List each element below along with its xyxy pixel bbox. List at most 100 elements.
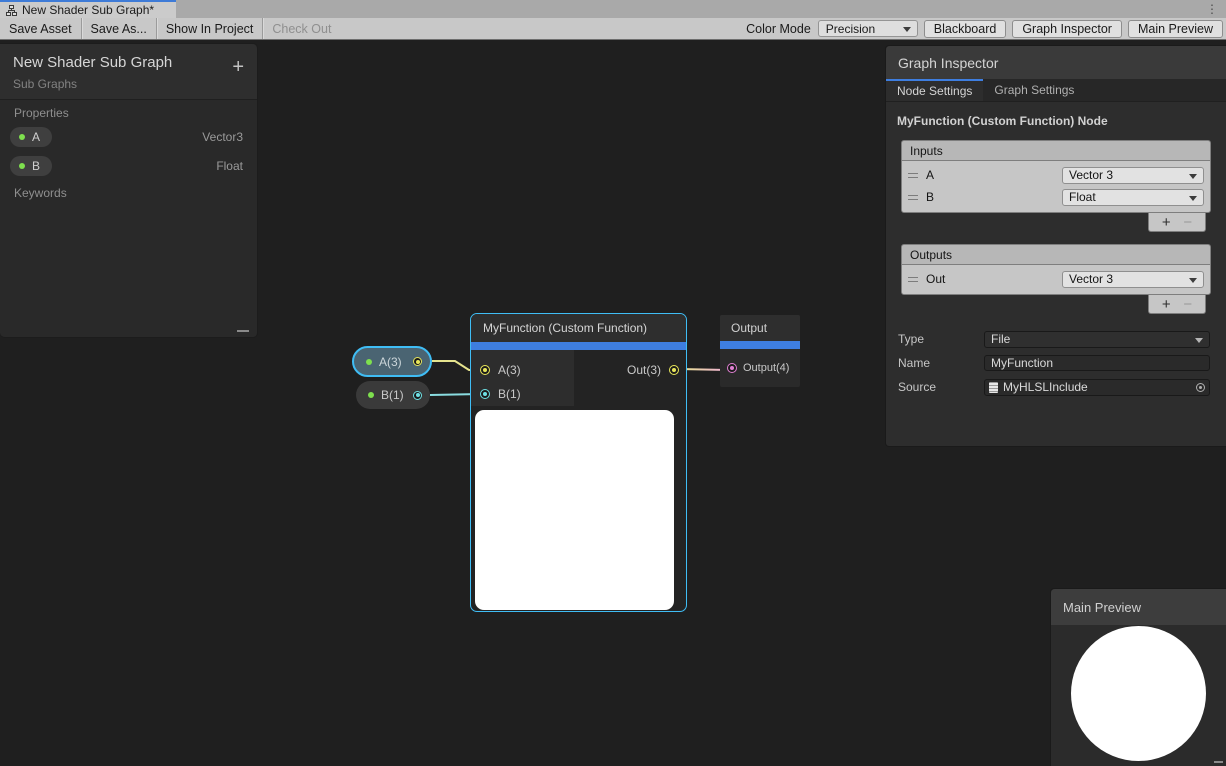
output-type-dropdown[interactable]: Vector 3 [1062, 271, 1204, 288]
outputs-list-header: Outputs [901, 244, 1211, 264]
input-port-icon[interactable] [480, 389, 490, 399]
main-preview-title[interactable]: Main Preview [1051, 589, 1226, 625]
remove-input-button: − [1183, 215, 1192, 230]
output-port-icon[interactable] [413, 391, 422, 400]
property-node-a[interactable]: A(3) [352, 346, 432, 377]
properties-section-label: Properties [0, 100, 257, 122]
input-type-dropdown[interactable]: Vector 3 [1062, 167, 1204, 184]
property-type: Vector3 [202, 130, 243, 144]
custom-function-node[interactable]: MyFunction (Custom Function) A(3) B(1) O… [470, 313, 687, 612]
name-field[interactable]: MyFunction [984, 355, 1210, 371]
node-port-section: A(3) B(1) Out(3) [471, 350, 686, 406]
name-row: Name MyFunction [898, 354, 1210, 372]
show-in-project-button[interactable]: Show In Project [157, 18, 263, 39]
check-out-button: Check Out [263, 18, 340, 39]
property-row-b[interactable]: B Float [0, 151, 257, 180]
tab-graph-settings[interactable]: Graph Settings [983, 79, 1085, 101]
main-preview-panel: Main Preview [1050, 588, 1226, 766]
output-port-row: Out(3) [574, 358, 686, 382]
blackboard-subtitle: Sub Graphs [13, 77, 245, 91]
drag-handle-icon[interactable] [908, 277, 918, 282]
input-type-dropdown[interactable]: Float [1062, 189, 1204, 206]
inputs-list-body: A Vector 3 B Float [901, 160, 1211, 213]
output-port-label: Out(3) [627, 363, 661, 377]
node-precision-bar [471, 342, 686, 350]
main-preview-resize-handle[interactable] [1214, 761, 1223, 763]
dropdown-arrow-icon [1189, 196, 1197, 201]
color-mode-dropdown[interactable]: Precision [818, 20, 918, 37]
node-inputs-column: A(3) B(1) [471, 350, 574, 406]
graph-toolbar: Save Asset Save As... Show In Project Ch… [0, 18, 1226, 40]
node-preview-area [471, 406, 686, 611]
drag-handle-icon[interactable] [908, 195, 918, 200]
input-name: B [926, 190, 1054, 204]
input-port-label: B(1) [498, 387, 521, 401]
property-type: Float [216, 159, 243, 173]
property-dot-icon [19, 163, 25, 169]
input-name: A [926, 168, 1054, 182]
blackboard-title: New Shader Sub Graph [13, 54, 245, 71]
inputs-list-row: A Vector 3 [908, 164, 1204, 186]
inputs-list: Inputs A Vector 3 B Float + [901, 140, 1211, 232]
dropdown-arrow-icon [1189, 174, 1197, 179]
node-outputs-column: Out(3) [574, 350, 686, 406]
output-name: Out [926, 272, 1054, 286]
node-title[interactable]: MyFunction (Custom Function) [471, 314, 686, 342]
node-title[interactable]: Output [720, 315, 800, 341]
output-node[interactable]: Output Output(4) [720, 315, 800, 387]
dropdown-arrow-icon [1189, 278, 1197, 283]
save-asset-button[interactable]: Save Asset [0, 18, 81, 39]
property-node-b[interactable]: B(1) [356, 381, 430, 409]
tab-new-shader-sub-graph[interactable]: New Shader Sub Graph* [0, 0, 176, 18]
input-port-label: A(3) [498, 363, 521, 377]
property-pill[interactable]: A [10, 127, 52, 147]
window-tab-bar: New Shader Sub Graph* ⋮ [0, 0, 1226, 18]
function-settings: Type File Name MyFunction Source MyHLSLI… [898, 330, 1210, 396]
color-mode-value: Precision [826, 22, 875, 36]
save-as-button[interactable]: Save As... [82, 18, 156, 39]
input-port-label: Output(4) [743, 362, 789, 374]
tab-node-settings[interactable]: Node Settings [886, 79, 983, 101]
window-menu-icon[interactable]: ⋮ [1206, 1, 1218, 17]
add-input-button[interactable]: + [1162, 215, 1171, 230]
blackboard-toggle-button[interactable]: Blackboard [924, 20, 1007, 38]
blackboard-resize-handle[interactable] [237, 330, 249, 332]
drag-handle-icon[interactable] [908, 173, 918, 178]
source-object-field[interactable]: MyHLSLInclude [984, 379, 1210, 396]
output-port-icon[interactable] [669, 365, 679, 375]
source-value: MyHLSLInclude [1003, 380, 1088, 394]
remove-output-button: − [1183, 297, 1192, 312]
property-node-label: B(1) [381, 388, 404, 402]
property-node-label: A(3) [379, 355, 402, 369]
tab-title: New Shader Sub Graph* [22, 3, 154, 17]
node-precision-bar [720, 341, 800, 349]
preview-sphere [1071, 626, 1206, 761]
source-label: Source [898, 380, 984, 394]
output-port-icon[interactable] [413, 357, 422, 366]
graph-inspector-toggle-button[interactable]: Graph Inspector [1012, 20, 1122, 38]
blackboard-panel: New Shader Sub Graph Sub Graphs + Proper… [0, 43, 258, 338]
blackboard-header: New Shader Sub Graph Sub Graphs + [0, 44, 257, 100]
add-output-button[interactable]: + [1162, 297, 1171, 312]
toolbar-right-group: Color Mode Precision Blackboard Graph In… [746, 20, 1226, 38]
input-port-row: B(1) [471, 382, 574, 406]
main-preview-toggle-button[interactable]: Main Preview [1128, 20, 1223, 38]
name-label: Name [898, 356, 984, 370]
input-port-icon[interactable] [727, 363, 737, 373]
outputs-list-body: Out Vector 3 [901, 264, 1211, 295]
add-property-button[interactable]: + [232, 58, 244, 76]
object-picker-icon[interactable] [1196, 383, 1205, 392]
outputs-list-row: Out Vector 3 [908, 268, 1204, 290]
node-settings-heading: MyFunction (Custom Function) Node [886, 102, 1226, 128]
outputs-list: Outputs Out Vector 3 + − [901, 244, 1211, 314]
type-dropdown[interactable]: File [984, 331, 1210, 348]
property-pill[interactable]: B [10, 156, 52, 176]
inputs-list-row: B Float [908, 186, 1204, 208]
input-port-row: A(3) [471, 358, 574, 382]
graph-inspector-panel: Graph Inspector Node Settings Graph Sett… [885, 45, 1226, 447]
unity-shader-graph-window: { "window": { "tab_title": "New Shader S… [0, 0, 1226, 766]
outputs-list-footer: + − [901, 295, 1206, 314]
inputs-list-header: Inputs [901, 140, 1211, 160]
property-row-a[interactable]: A Vector3 [0, 122, 257, 151]
input-port-icon[interactable] [480, 365, 490, 375]
